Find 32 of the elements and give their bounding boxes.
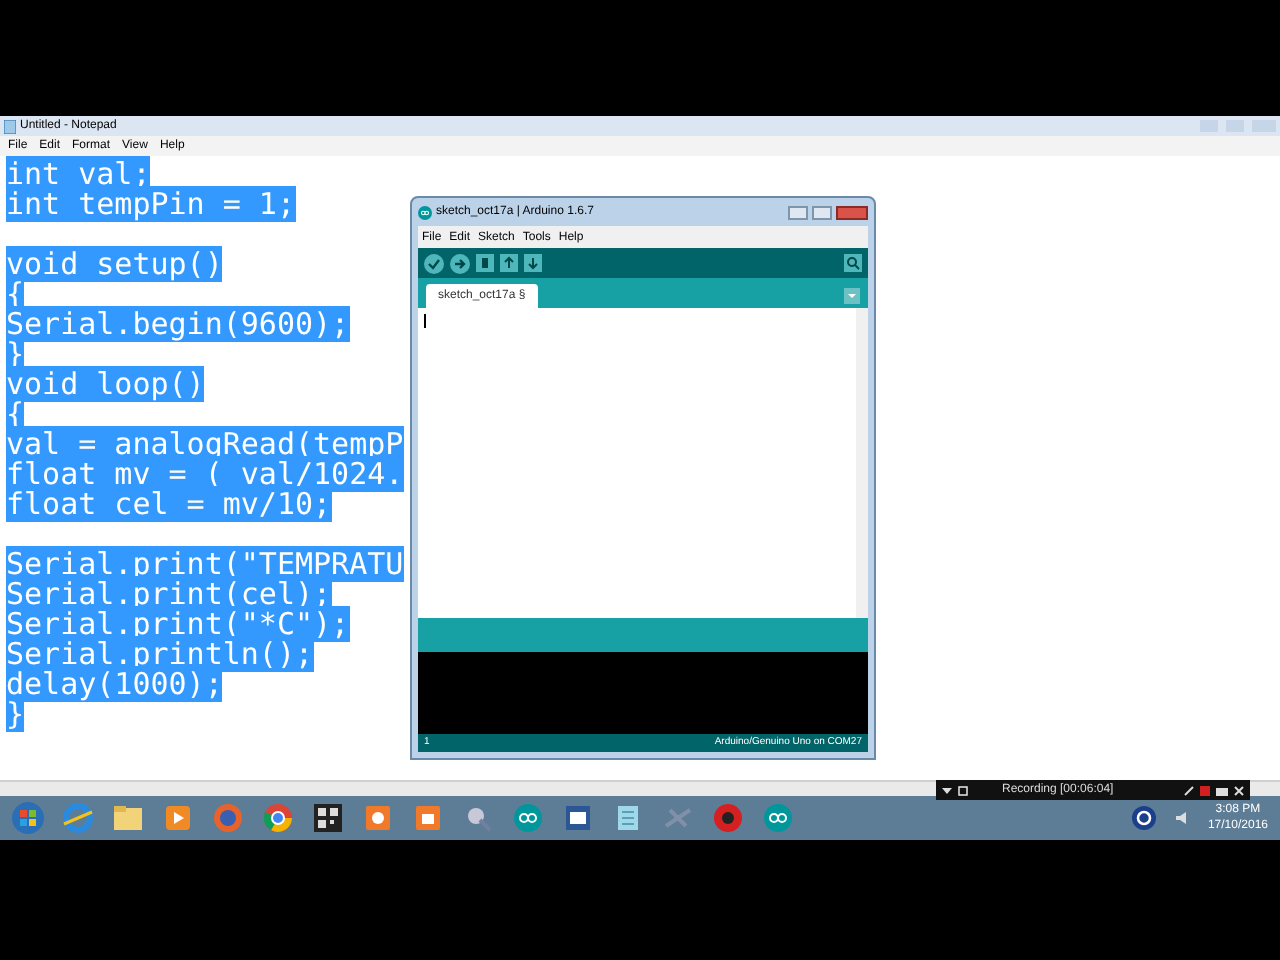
play-icon[interactable] [162, 802, 194, 834]
notepad-icon [4, 119, 16, 133]
minimize-button[interactable] [788, 205, 808, 219]
record-button-icon[interactable] [712, 802, 744, 834]
upload-arrow-icon[interactable] [500, 254, 518, 272]
new-file-icon[interactable] [476, 254, 494, 272]
verify-icon[interactable] [424, 253, 444, 273]
speaker-icon[interactable] [1173, 810, 1190, 826]
camera-icon[interactable] [1216, 785, 1228, 795]
folder-icon[interactable] [112, 802, 144, 834]
infinity-icon[interactable] [512, 802, 544, 834]
help-icon[interactable] [1131, 806, 1156, 830]
maximize-button[interactable] [812, 205, 832, 219]
close-icon[interactable] [1234, 785, 1244, 795]
qr-code-icon[interactable] [312, 802, 344, 834]
record-icon[interactable] [362, 802, 394, 834]
close-button[interactable] [836, 205, 868, 219]
download-arrow-icon[interactable] [524, 254, 542, 272]
document-icon[interactable] [562, 802, 594, 834]
stop-icon[interactable] [1200, 785, 1210, 795]
infinity-icon [418, 205, 432, 219]
start-orb-icon[interactable] [12, 802, 44, 834]
vertical-scrollbar[interactable] [856, 308, 868, 618]
pencil-icon[interactable] [1184, 785, 1194, 795]
tricolor-circle-icon[interactable] [262, 802, 294, 834]
window-icon[interactable] [958, 785, 968, 795]
infinity-icon[interactable] [762, 802, 794, 834]
search-icon[interactable] [844, 254, 862, 272]
upload-icon[interactable] [450, 253, 470, 273]
text-cursor [424, 314, 426, 328]
ring-icon[interactable] [62, 802, 94, 834]
notepad-icon[interactable] [612, 802, 644, 834]
